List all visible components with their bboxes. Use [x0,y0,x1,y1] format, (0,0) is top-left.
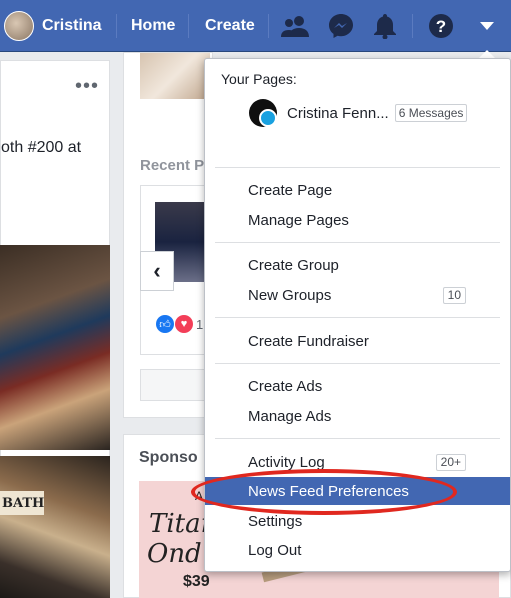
menu-item-label: Create Page [248,181,333,199]
help-icon[interactable]: ? [426,11,456,41]
page-avatar-icon [249,99,277,127]
like-reaction-icon: 👍︎ [156,315,174,333]
notifications-icon[interactable] [370,11,400,41]
menu-divider [215,242,500,243]
recent-posts-heading: Recent P [140,157,205,174]
page-name: Cristina Fenn... [287,104,389,122]
nav-divider [188,14,189,38]
menu-item-manage-ads[interactable]: Manage Ads [205,402,510,430]
your-pages-label: Your Pages: [221,71,297,87]
post-thumbnail[interactable] [140,53,210,99]
friends-icon[interactable] [280,11,310,41]
menu-item-label: Log Out [248,541,302,559]
top-navigation-bar: Cristina Home Create ? [0,0,511,52]
menu-caret [479,50,495,58]
svg-text:?: ? [436,17,446,36]
nav-divider [116,14,117,38]
menu-divider [215,167,500,168]
sponsored-heading: Sponso [139,449,198,466]
post-photo[interactable] [0,245,110,450]
post-options-icon[interactable]: ••• [75,75,99,98]
menu-item-label: New Groups [248,286,332,304]
menu-item-label: News Feed Preferences [248,482,409,500]
ad-price: $39 [183,573,210,590]
post-text: oth #200 at [1,139,82,156]
account-menu-icon[interactable] [472,11,502,41]
menu-item-create-group[interactable]: Create Group [205,251,510,279]
menu-item-label: Create Group [248,256,339,274]
count-badge: 20+ [435,453,466,471]
profile-name: Cristina [42,17,102,34]
menu-item-new-groups[interactable]: New Groups 10 [205,281,510,309]
home-link[interactable]: Home [131,0,175,52]
avatar [4,11,34,41]
chevron-left-icon[interactable]: ‹ [140,251,174,291]
recent-posts-panel: Recent P ‹ 👍︎ ♥ 1 [123,52,220,418]
menu-divider [215,438,500,439]
menu-divider [215,363,500,364]
menu-item-activity-log[interactable]: Activity Log 20+ [205,448,510,476]
create-link[interactable]: Create [205,0,255,52]
page-item[interactable]: Cristina Fenn... 6 Messages [249,99,468,127]
menu-item-manage-pages[interactable]: Manage Pages [205,206,510,234]
menu-item-label: Activity Log [248,453,325,471]
account-dropdown-menu: Your Pages: Cristina Fenn... 6 Messages … [204,58,511,572]
messenger-icon[interactable] [326,11,356,41]
menu-item-news-feed-preferences[interactable]: News Feed Preferences [205,477,510,505]
menu-item-log-out[interactable]: Log Out [205,536,510,564]
nav-divider [268,14,269,38]
nav-divider [412,14,413,38]
menu-item-create-ads[interactable]: Create Ads [205,372,510,400]
post-photo[interactable] [0,456,110,598]
messages-badge: 6 Messages [394,104,468,122]
menu-item-create-page[interactable]: Create Page [205,176,510,204]
count-badge: 10 [442,286,466,304]
menu-item-create-fundraiser[interactable]: Create Fundraiser [205,327,510,355]
menu-item-label: Create Ads [248,377,323,395]
menu-item-label: Settings [248,512,303,530]
menu-item-label: Manage Ads [248,407,332,425]
reaction-count: 1 [196,317,204,332]
ad-text: A [195,489,204,503]
ad-text: Ond [147,539,202,569]
menu-item-label: Manage Pages [248,211,349,229]
photo-sign-text: BATH [0,491,44,515]
menu-divider [215,317,500,318]
love-reaction-icon: ♥ [175,315,193,333]
menu-item-label: Create Fundraiser [248,332,369,350]
profile-link[interactable]: Cristina [4,0,102,52]
menu-item-settings[interactable]: Settings [205,507,510,535]
